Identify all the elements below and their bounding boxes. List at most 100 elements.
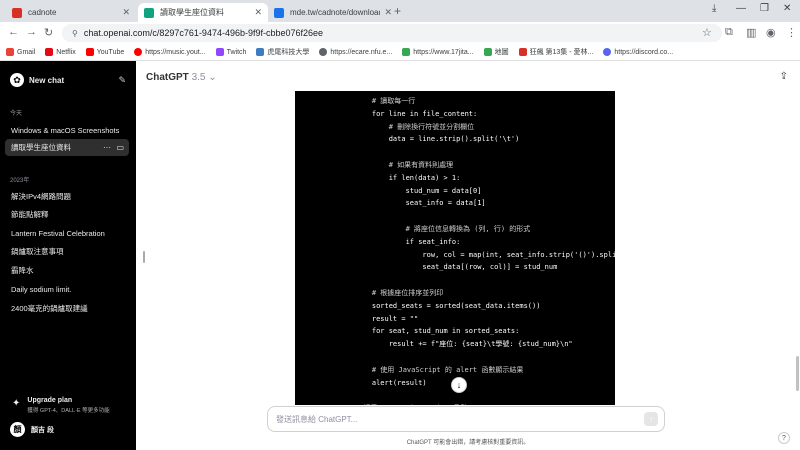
bookmark-label: 虎尾科技大學	[267, 49, 310, 56]
code-line: row, col = map(int, seat_info.strip('()'…	[355, 250, 615, 259]
new-chat-button[interactable]: ✿ New chat	[10, 73, 64, 87]
forward-icon[interactable]: →	[26, 26, 37, 38]
sidebar-resize-handle[interactable]	[143, 251, 145, 263]
youtube-icon	[85, 48, 94, 56]
upgrade-plan-button[interactable]: ✦ Upgrade plan 獲得 GPT-4、DALL·E 等更多功能	[12, 397, 110, 414]
bookmark-17jita[interactable]: https://www.17jita...	[402, 48, 474, 56]
menu-icon[interactable]: ⋮	[786, 26, 797, 39]
bookmark-youtube[interactable]: YouTube	[85, 48, 124, 56]
browser-tab-active[interactable]: 讀取學生座位資料 ✕	[138, 3, 268, 22]
bookmark-label: 地圖	[494, 49, 509, 56]
scroll-down-button[interactable]: ↓	[451, 377, 467, 393]
help-icon[interactable]: ?	[778, 432, 790, 444]
chat-item[interactable]: 節能點解釋	[5, 206, 129, 223]
code-line: # 將座位信息轉換為 (列, 行) 的形式	[355, 224, 531, 233]
code-line: sorted_seats = sorted(seat_data.items())	[355, 301, 541, 310]
tab-title: cadnote	[28, 8, 57, 17]
chat-item[interactable]: Windows & macOS Screenshots	[5, 122, 129, 139]
disclaimer: ChatGPT 可能會出錯，請考慮核對重要資訊。	[406, 440, 530, 446]
bookmark-nfu[interactable]: 虎尾科技大學	[256, 47, 309, 57]
chat-item[interactable]: 2400毫克的鍋爐取建議	[5, 300, 129, 317]
bookmark-label: https://ecare.nfu.e...	[330, 48, 393, 56]
code-line: seat_data[(row, col)] = stud_num	[355, 263, 558, 272]
code-line: for line in file_content:	[355, 109, 478, 118]
code-line: # 根據座位排序並列印	[355, 288, 444, 297]
chat-item-label: 讀取學生座位資料	[11, 143, 71, 152]
model-name: ChatGPT	[146, 72, 189, 83]
main-content: ChatGPT 3.5 ⌄ ⇪ # 讀取每一行 for line in file…	[136, 61, 800, 450]
scrollbar[interactable]	[796, 356, 799, 391]
bookmark-twitch[interactable]: Twitch	[215, 48, 246, 56]
code-line: if len(data) > 1:	[355, 173, 461, 182]
bookmark-maps[interactable]: 地圖	[483, 47, 509, 57]
code-line: seat_info = data[1]	[355, 199, 486, 208]
chat-item[interactable]: Daily sodium limit.	[5, 281, 129, 298]
twitch-icon	[215, 48, 224, 56]
send-button[interactable]: ↑	[644, 412, 658, 426]
sparkle-icon: ✦	[12, 398, 21, 409]
reload-icon[interactable]: ↻	[44, 26, 53, 39]
code-line: # 調用 runBrythonScript 函數	[355, 402, 615, 405]
chat-item-active[interactable]: 讀取學生座位資料 ··· ▭	[5, 139, 129, 156]
url-text: chat.openai.com/c/8297c761-9474-496b-9f9…	[83, 28, 324, 38]
upgrade-title: Upgrade plan	[27, 397, 73, 404]
bookmark-discord[interactable]: https://discord.co...	[603, 48, 673, 56]
chat-item[interactable]: Lantern Festival Celebration	[5, 225, 129, 242]
site-info-icon[interactable]: ⚲	[72, 29, 78, 38]
music-icon	[134, 48, 143, 56]
bookmark-ecare[interactable]: https://ecare.nfu.e...	[319, 48, 392, 56]
close-icon[interactable]: ✕	[384, 7, 392, 18]
download-icon[interactable]: ⤓	[712, 3, 716, 14]
bookmark-gmail[interactable]: Gmail	[6, 48, 35, 56]
close-icon[interactable]: ✕	[122, 7, 130, 18]
maps-icon	[483, 48, 492, 56]
code-line: # 使用 JavaScript 的 alert 函數顯示結果	[355, 365, 524, 374]
browser-tab-cadnote[interactable]: cadnote ✕	[6, 3, 136, 22]
archive-icon[interactable]: ▭	[116, 143, 124, 152]
message-input[interactable]	[276, 412, 616, 426]
code-line: result += f"座位: {seat}\t學號: {stud_num}\n…	[355, 340, 573, 349]
more-options-icon[interactable]: ···	[103, 143, 111, 152]
code-line: # 刪除換行符號並分割欄位	[355, 122, 475, 131]
code-line: result = ""	[355, 314, 419, 323]
code-line: stud_num = data[0]	[355, 186, 482, 195]
bookmark-star-icon[interactable]: ☆	[702, 26, 712, 39]
bookmark-drama[interactable]: 狂飆 第13集 - 愛林...	[518, 47, 594, 57]
bookmark-label: Gmail	[17, 48, 36, 56]
restore-icon[interactable]: ❐	[760, 3, 769, 14]
bookmark-netflix[interactable]: Netflix	[45, 48, 76, 56]
bookmark-label: https://www.17jita...	[413, 48, 474, 56]
browser-tabstrip: cadnote ✕ 讀取學生座位資料 ✕ mde.tw/cadnote/down…	[0, 0, 800, 22]
profile-icon[interactable]: ◉	[766, 26, 776, 39]
edit-icon[interactable]: ✎	[118, 75, 126, 86]
chat-item[interactable]: 霸降水	[5, 262, 129, 279]
bookmark-label: Netflix	[56, 48, 76, 56]
chat-item[interactable]: 鍋爐取注意事項	[5, 243, 129, 260]
openai-logo-icon: ✿	[10, 73, 24, 87]
browser-tab-mde[interactable]: mde.tw/cadnote/downloads/... ✕	[268, 3, 398, 22]
code-text: # 讀取每一行 for line in file_content: # 刪除換行…	[355, 95, 615, 405]
new-tab-icon[interactable]: +	[394, 4, 401, 18]
close-icon[interactable]: ✕	[254, 7, 262, 18]
bookmarks-bar: Gmail Netflix YouTube https://music.yout…	[0, 44, 800, 61]
bookmark-music[interactable]: https://music.yout...	[134, 48, 206, 56]
code-line: # 如果有資料則處理	[355, 160, 454, 169]
chat-item[interactable]: 解決IPv4網路問題	[5, 188, 129, 205]
extensions-icon[interactable]: ⧉	[725, 26, 733, 39]
bookmark-label: 狂飆 第13集 - 愛林...	[529, 49, 594, 56]
code-line: alert(result)	[355, 378, 427, 387]
gmail-icon	[6, 48, 14, 56]
user-menu[interactable]: 顏 顏吉 段	[10, 422, 54, 437]
code-block: # 讀取每一行 for line in file_content: # 刪除換行…	[295, 91, 615, 405]
minimize-icon[interactable]: —	[736, 3, 746, 14]
model-selector[interactable]: ChatGPT 3.5 ⌄	[146, 72, 217, 83]
tab-favicon	[274, 7, 284, 18]
back-icon[interactable]: ←	[8, 26, 19, 38]
share-icon[interactable]: ⇪	[780, 71, 788, 82]
address-bar[interactable]: ⚲ chat.openai.com/c/8297c761-9474-496b-9…	[62, 24, 722, 42]
sidepanel-icon[interactable]: ▥	[746, 26, 756, 39]
close-window-icon[interactable]: ✕	[783, 3, 791, 14]
